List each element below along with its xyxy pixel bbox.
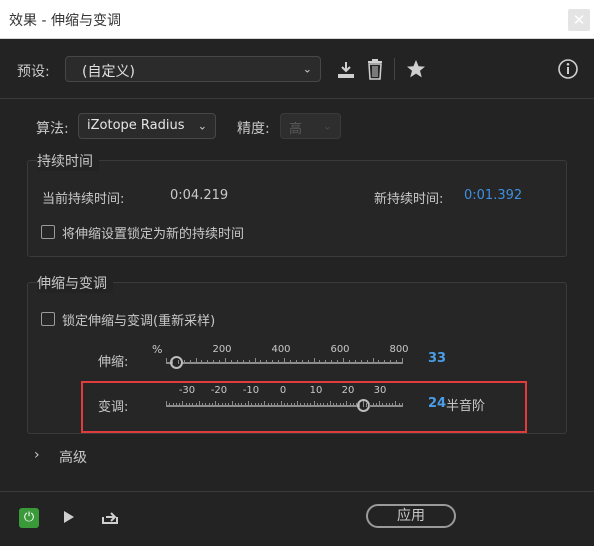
power-icon: ⏻ — [23, 510, 35, 525]
slider-tick — [207, 360, 209, 364]
algorithm-select[interactable]: iZotope Radius ⌄ — [78, 113, 216, 139]
slider-tick — [183, 360, 185, 364]
duration-section-title: 持续时间 — [37, 151, 99, 171]
advanced-toggle[interactable]: 高级 — [59, 447, 87, 467]
slider-tick — [337, 360, 339, 364]
algorithm-label: 算法: — [36, 121, 69, 137]
precision-select[interactable]: 高 ⌄ — [280, 113, 341, 139]
stretch-slider[interactable]: 200 400 600 800 — [166, 338, 409, 372]
slider-tick — [284, 358, 285, 364]
slider-tick — [331, 360, 333, 364]
slider-tick — [313, 358, 315, 364]
slider-tick — [348, 360, 350, 364]
algorithm-value: iZotope Radius — [87, 118, 185, 133]
trash-icon — [368, 59, 382, 80]
export-loop-icon — [102, 512, 118, 524]
slider-tick — [289, 360, 291, 364]
slider-tick — [295, 360, 297, 364]
stretch-tick-label: 600 — [330, 344, 350, 355]
slider-tick — [248, 360, 250, 364]
slider-tick — [225, 358, 226, 364]
current-duration-value: 0:04.219 — [170, 188, 229, 203]
lock-duration-checkbox[interactable] — [41, 225, 55, 239]
slider-tick — [260, 360, 262, 364]
slider-tick — [219, 360, 221, 364]
slider-tick — [396, 360, 398, 364]
slider-tick — [390, 360, 392, 364]
power-button[interactable]: ⏻ — [19, 508, 39, 528]
lock-duration-label: 将伸缩设置锁定为新的持续时间 — [62, 227, 245, 242]
separator — [0, 491, 594, 492]
close-icon: ✕ — [572, 11, 586, 29]
current-duration-label: 当前持续时间: — [42, 192, 125, 207]
title-bar: 效果 - 伸缩与变调 ✕ — [0, 0, 594, 39]
chevron-down-icon: ⌄ — [197, 119, 207, 133]
slider-tick — [378, 360, 380, 364]
slider-tick — [360, 360, 362, 364]
lock-resample-checkbox[interactable] — [41, 312, 55, 326]
slider-tick — [366, 360, 368, 364]
highlight-box — [81, 381, 527, 433]
lock-resample-label: 锁定伸缩与变调(重新采样) — [62, 314, 216, 329]
info-icon — [558, 59, 578, 79]
play-button[interactable] — [62, 509, 76, 529]
star-icon — [407, 60, 425, 78]
precision-label: 精度: — [237, 121, 270, 137]
duration-section — [27, 160, 567, 257]
apply-button[interactable]: 应用 — [366, 504, 456, 528]
stretch-tick-label: 800 — [389, 344, 409, 355]
play-icon — [64, 511, 74, 523]
separator — [0, 98, 594, 99]
slider-tick — [354, 360, 356, 364]
preset-value: (自定义) — [82, 64, 135, 80]
slider-tick — [319, 360, 321, 364]
stretch-tick-label: 400 — [271, 344, 291, 355]
slider-tick — [272, 360, 274, 364]
close-button[interactable]: ✕ — [568, 9, 590, 31]
slider-tick — [201, 360, 203, 364]
slider-tick — [254, 358, 256, 364]
slider-tick — [166, 358, 167, 364]
slider-tick — [195, 358, 197, 364]
download-preset-button[interactable] — [335, 59, 357, 85]
slider-tick — [301, 360, 303, 364]
loop-button[interactable] — [100, 508, 120, 530]
slider-tick — [325, 360, 327, 364]
toolbar-divider — [394, 58, 395, 80]
window-title: 效果 - 伸缩与变调 — [9, 13, 121, 29]
stretch-pitch-section-title: 伸缩与变调 — [37, 273, 113, 293]
stretch-unit-label: % — [152, 343, 163, 356]
slider-tick — [189, 360, 191, 364]
slider-tick — [213, 360, 215, 364]
apply-label: 应用 — [397, 508, 425, 524]
slider-tick — [402, 358, 403, 364]
slider-tick — [236, 360, 238, 364]
download-icon — [338, 62, 354, 78]
slider-tick — [177, 360, 179, 364]
new-duration-value[interactable]: 0:01.392 — [464, 188, 522, 203]
slider-tick — [384, 360, 386, 364]
slider-tick — [266, 360, 268, 364]
slider-tick — [372, 358, 374, 364]
preset-select[interactable]: (自定义) ⌄ — [65, 56, 321, 82]
stretch-value[interactable]: 33 — [428, 351, 446, 366]
slider-tick — [230, 360, 232, 364]
chevron-right-icon[interactable]: › — [34, 447, 40, 463]
preset-label: 预设: — [17, 64, 50, 80]
slider-tick — [171, 360, 173, 364]
slider-tick — [242, 360, 244, 364]
slider-tick — [278, 360, 280, 364]
delete-preset-button[interactable] — [365, 58, 385, 84]
precision-value: 高 — [289, 122, 303, 137]
chevron-down-icon: ⌄ — [322, 119, 332, 133]
favorite-button[interactable] — [405, 58, 427, 84]
stretch-label: 伸缩: — [98, 355, 129, 370]
slider-tick — [307, 360, 309, 364]
info-button[interactable] — [557, 58, 579, 84]
new-duration-label: 新持续时间: — [374, 192, 444, 207]
stretch-tick-label: 200 — [212, 344, 232, 355]
slider-tick — [343, 358, 344, 364]
chevron-down-icon: ⌄ — [302, 62, 312, 76]
